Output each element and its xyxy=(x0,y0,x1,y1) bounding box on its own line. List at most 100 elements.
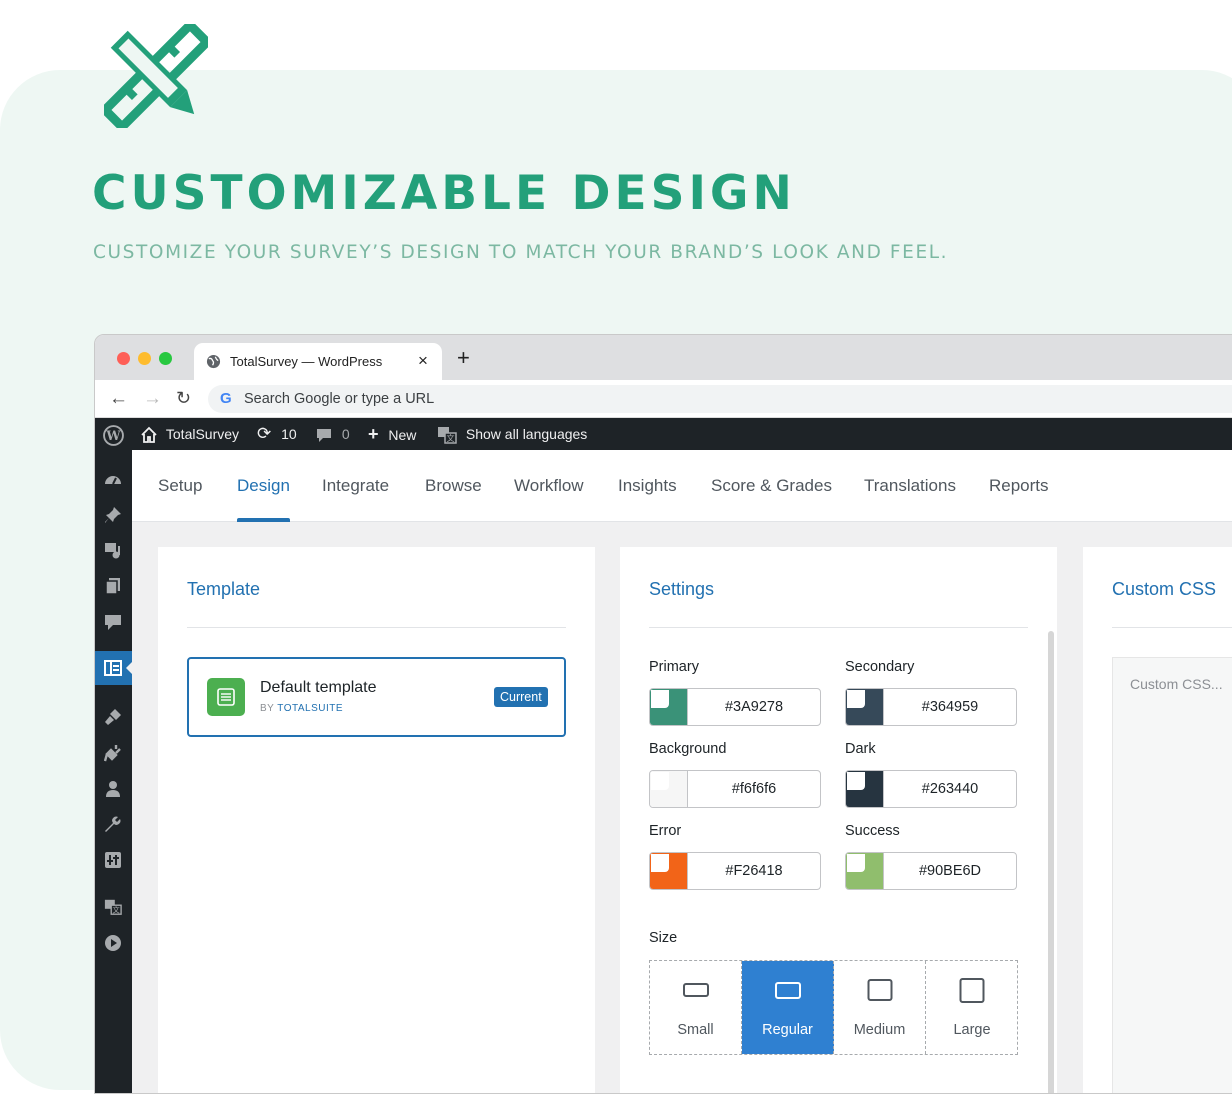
google-icon: G xyxy=(220,390,232,407)
new-content-link[interactable]: + New xyxy=(368,418,416,450)
color-value-success[interactable]: #90BE6D xyxy=(883,853,1016,889)
comment-icon xyxy=(317,429,331,443)
updates-count: 10 xyxy=(281,426,297,442)
dashboard-icon[interactable] xyxy=(104,471,122,489)
color-label-primary: Primary xyxy=(649,659,699,675)
site-home-link[interactable]: TotalSurvey xyxy=(140,418,239,450)
color-swatch-success[interactable] xyxy=(846,853,883,889)
current-badge: Current xyxy=(494,687,548,707)
tools-icon[interactable] xyxy=(104,816,122,834)
main-content: Setup Design Integrate Browse Workflow I… xyxy=(132,450,1232,1093)
template-name: Default template xyxy=(260,679,377,696)
size-option-small[interactable]: Small xyxy=(650,961,742,1054)
tab-close-icon[interactable]: × xyxy=(418,351,428,371)
forward-arrow-icon[interactable]: → xyxy=(143,388,162,410)
wordpress-logo-icon[interactable]: W xyxy=(103,418,124,450)
updates-link[interactable]: ⟳ 10 xyxy=(257,418,297,450)
color-value-secondary[interactable]: #364959 xyxy=(883,689,1016,725)
color-field-secondary[interactable]: #364959 xyxy=(845,688,1017,726)
color-swatch-dark[interactable] xyxy=(846,771,883,807)
back-arrow-icon[interactable]: ← xyxy=(109,388,128,410)
size-selector: Small Regular Medium Large xyxy=(649,960,1018,1055)
tab-integrate[interactable]: Integrate xyxy=(322,476,389,496)
size-option-regular[interactable]: Regular xyxy=(742,961,834,1054)
survey-nav: Setup Design Integrate Browse Workflow I… xyxy=(132,450,1232,522)
color-picker-icon xyxy=(651,772,669,790)
tab-workflow[interactable]: Workflow xyxy=(514,476,584,496)
divider xyxy=(649,627,1028,628)
pages-icon[interactable] xyxy=(104,577,122,595)
close-window-button[interactable] xyxy=(117,352,130,365)
settings-icon[interactable] xyxy=(104,851,122,869)
comments-icon[interactable] xyxy=(104,613,122,631)
tab-score-grades[interactable]: Score & Grades xyxy=(711,476,832,496)
tab-design[interactable]: Design xyxy=(237,476,290,496)
tab-translations[interactable]: Translations xyxy=(864,476,956,496)
tab-title: TotalSurvey — WordPress xyxy=(230,354,383,369)
tab-reports[interactable]: Reports xyxy=(989,476,1049,496)
color-label-error: Error xyxy=(649,823,682,839)
svg-text:文: 文 xyxy=(447,433,455,443)
translate-menu-icon[interactable]: 文 xyxy=(104,898,122,916)
color-picker-icon xyxy=(847,772,865,790)
appearance-icon[interactable] xyxy=(104,708,122,726)
plugins-icon[interactable] xyxy=(104,744,122,762)
media-icon[interactable] xyxy=(104,542,122,560)
color-field-dark[interactable]: #263440 xyxy=(845,770,1017,808)
show-languages-link[interactable]: 文 Show all languages xyxy=(437,418,587,450)
color-value-dark[interactable]: #263440 xyxy=(883,771,1016,807)
color-value-background[interactable]: #f6f6f6 xyxy=(687,771,820,807)
tab-insights[interactable]: Insights xyxy=(618,476,677,496)
custom-css-textarea[interactable]: Custom CSS... xyxy=(1112,657,1232,1093)
wp-admin-sidebar: 文 xyxy=(95,450,133,1093)
languages-label: Show all languages xyxy=(465,426,588,442)
color-label-success: Success xyxy=(845,823,900,839)
author-prefix: BY xyxy=(260,703,275,714)
comments-link[interactable]: 0 xyxy=(316,418,350,450)
template-option[interactable]: Default template BY TOTALSUITE Current xyxy=(187,657,566,737)
site-name: TotalSurvey xyxy=(165,426,240,442)
tab-browse[interactable]: Browse xyxy=(425,476,482,496)
maximize-window-button[interactable] xyxy=(159,352,172,365)
color-field-success[interactable]: #90BE6D xyxy=(845,852,1017,890)
browser-tab-bar: TotalSurvey — WordPress × + xyxy=(95,335,1232,380)
template-card-title: Template xyxy=(187,579,261,599)
translate-icon: 文 xyxy=(438,427,457,445)
custom-css-placeholder: Custom CSS... xyxy=(1130,676,1223,692)
size-medium-icon xyxy=(867,979,892,1001)
users-icon[interactable] xyxy=(104,780,122,798)
reload-icon[interactable]: ↻ xyxy=(176,388,191,409)
color-picker-icon xyxy=(847,690,865,708)
size-option-large[interactable]: Large xyxy=(926,961,1018,1054)
pin-icon[interactable] xyxy=(104,506,122,524)
author-link[interactable]: TOTALSUITE xyxy=(277,703,343,714)
globe-icon xyxy=(206,354,221,369)
color-value-error[interactable]: #F26418 xyxy=(687,853,820,889)
browser-tab[interactable]: TotalSurvey — WordPress × xyxy=(194,343,442,380)
tab-setup[interactable]: Setup xyxy=(158,476,202,496)
template-card: Template Default template BY TOTALSUITE … xyxy=(158,547,595,1093)
color-swatch-primary[interactable] xyxy=(650,689,687,725)
color-field-primary[interactable]: #3A9278 xyxy=(649,688,821,726)
color-swatch-error[interactable] xyxy=(650,853,687,889)
settings-scrollbar[interactable] xyxy=(1048,631,1054,1093)
color-value-primary[interactable]: #3A9278 xyxy=(687,689,820,725)
new-label: New xyxy=(388,427,417,443)
color-swatch-background[interactable] xyxy=(650,771,687,807)
color-label-background: Background xyxy=(649,741,727,757)
url-placeholder: Search Google or type a URL xyxy=(244,391,435,407)
url-input[interactable]: G Search Google or type a URL xyxy=(208,385,1232,413)
color-swatch-secondary[interactable] xyxy=(846,689,883,725)
hero-subtitle: CUSTOMIZE YOUR SURVEY’S DESIGN TO MATCH … xyxy=(93,242,949,263)
play-icon[interactable] xyxy=(104,934,122,952)
custom-css-card: Custom CSS Custom CSS... xyxy=(1083,547,1232,1093)
size-name: Medium xyxy=(853,1022,906,1038)
color-field-background[interactable]: #f6f6f6 xyxy=(649,770,821,808)
color-field-error[interactable]: #F26418 xyxy=(649,852,821,890)
browser-window: TotalSurvey — WordPress × + ← → ↻ G Sear… xyxy=(94,334,1232,1094)
active-tab-indicator xyxy=(237,518,290,522)
new-tab-button[interactable]: + xyxy=(457,347,470,369)
size-name: Regular xyxy=(762,1022,813,1038)
minimize-window-button[interactable] xyxy=(138,352,151,365)
size-option-medium[interactable]: Medium xyxy=(834,961,926,1054)
